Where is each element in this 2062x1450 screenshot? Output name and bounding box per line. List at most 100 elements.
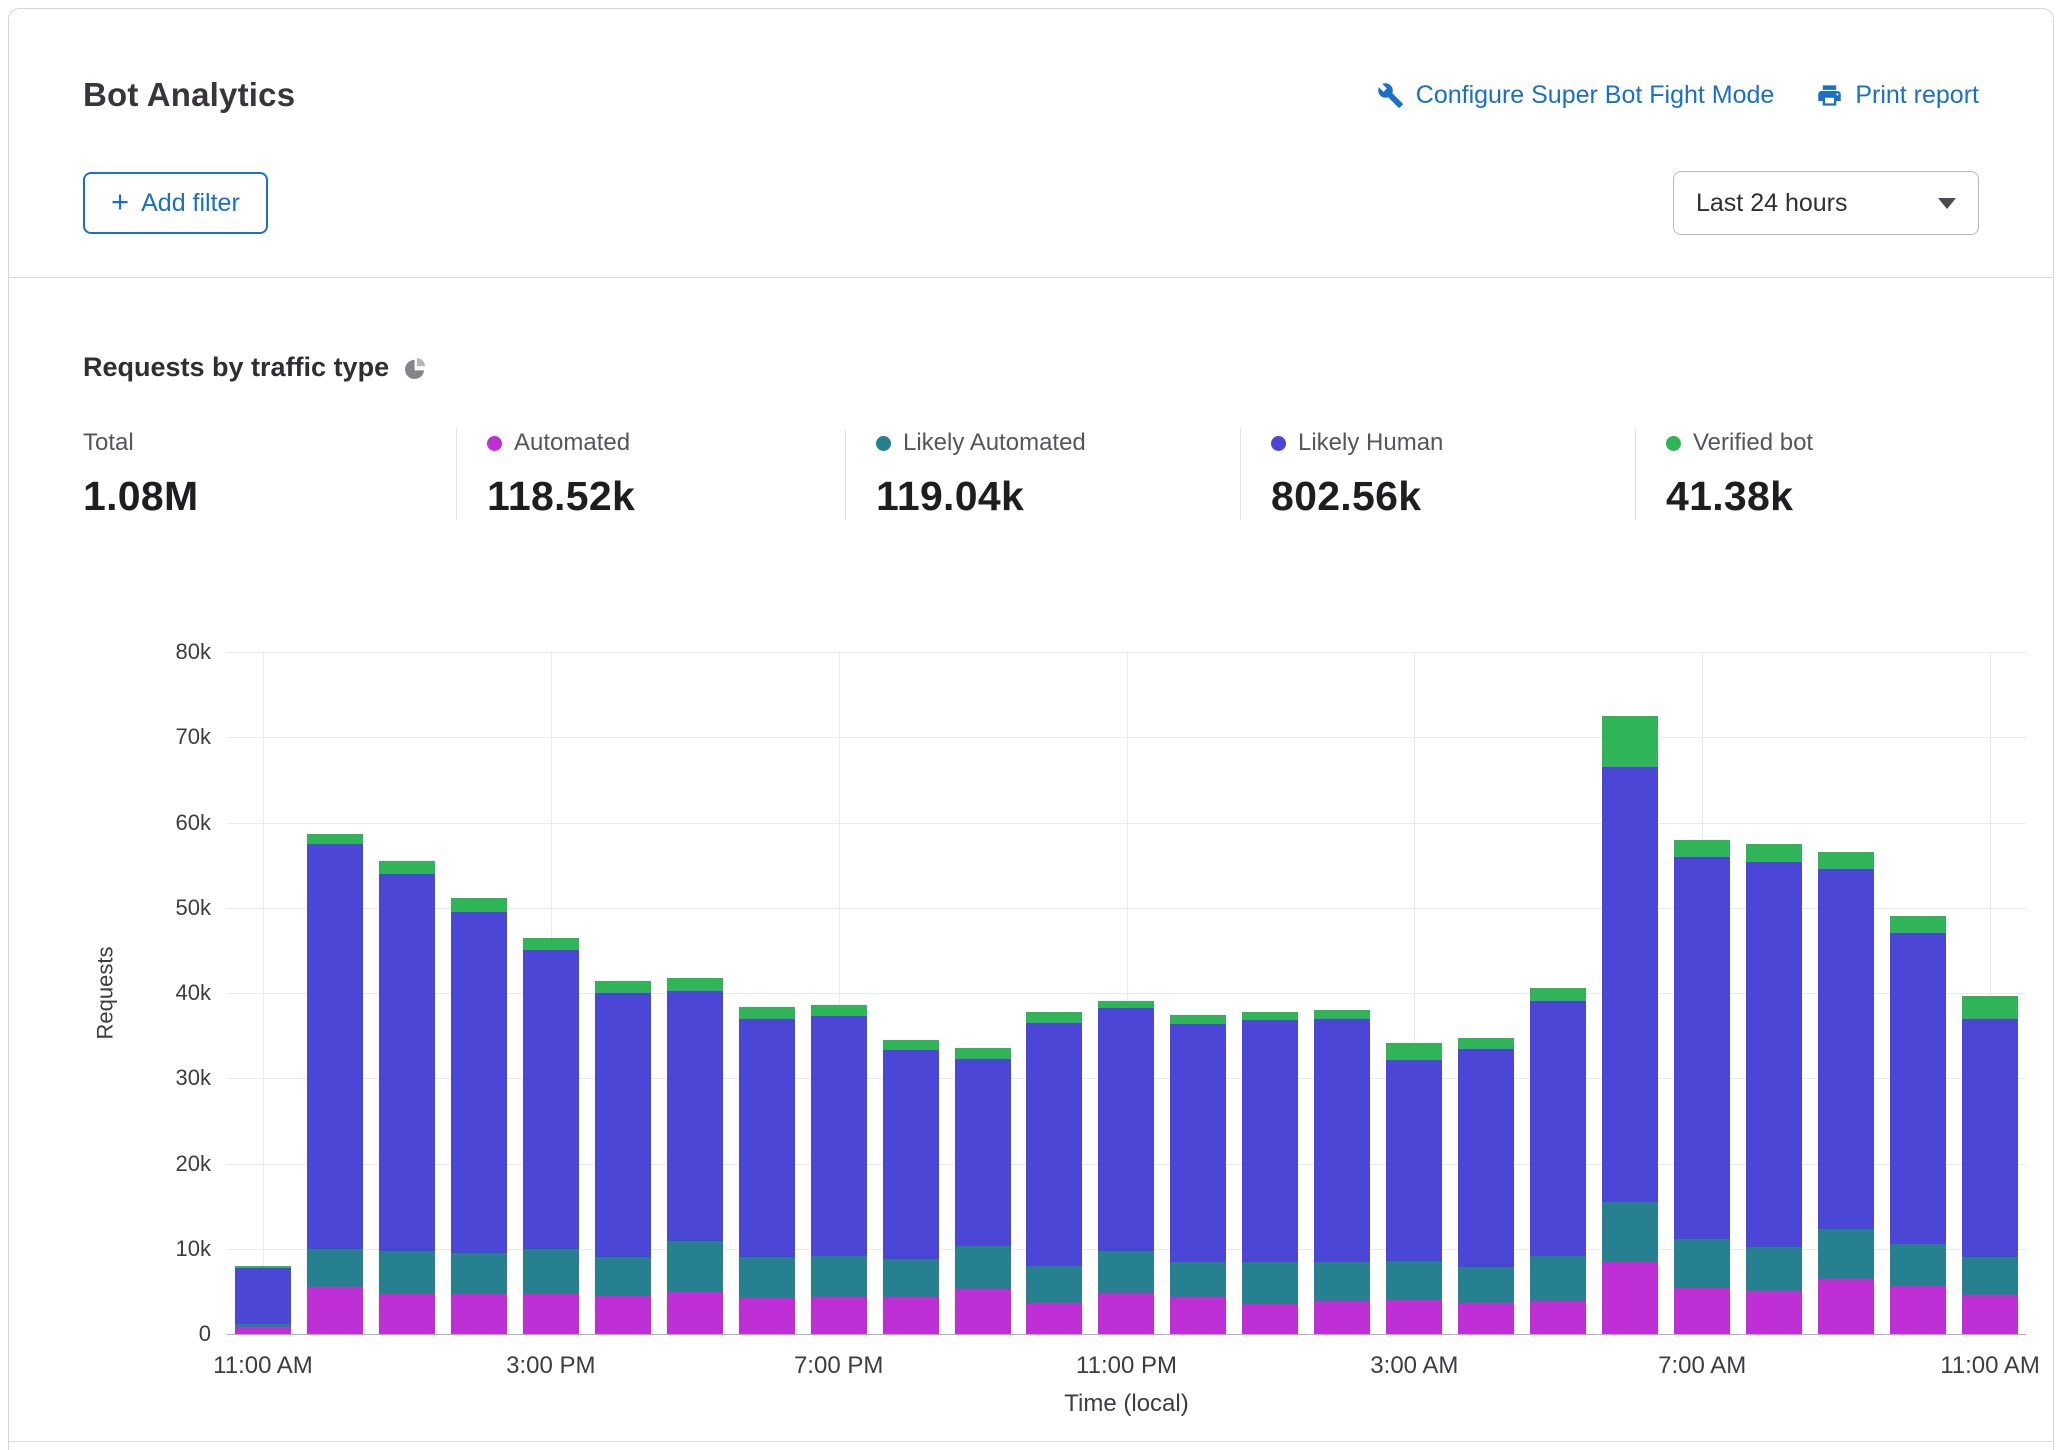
- bar-segment-likely-human: [1242, 1020, 1298, 1261]
- stat-verified-bot-value: 41.38k: [1666, 473, 1979, 520]
- bar-segment-likely-automated: [1674, 1239, 1730, 1288]
- bar-segment-automated: [235, 1327, 291, 1334]
- header-divider: [9, 277, 2053, 278]
- stat-total-value: 1.08M: [83, 473, 456, 520]
- time-range-select[interactable]: Last 24 hours: [1673, 171, 1979, 235]
- x-axis-line: [227, 1334, 2026, 1335]
- stat-likely-automated-label: Likely Automated: [903, 429, 1086, 457]
- stacked-bar: [1962, 996, 2018, 1334]
- bar-segment-likely-automated: [1386, 1261, 1442, 1300]
- bar-segment-verified-bot: [1458, 1038, 1514, 1049]
- bar-segment-likely-automated: [1242, 1262, 1298, 1305]
- bar-segment-likely-human: [1818, 869, 1874, 1230]
- stacked-bar: [883, 1040, 939, 1334]
- stacked-bar: [1170, 1015, 1226, 1334]
- bar-segment-verified-bot: [1962, 996, 2018, 1018]
- x-axis-title: Time (local): [227, 1390, 2026, 1418]
- bar-segment-verified-bot: [667, 978, 723, 992]
- x-tick-label: 7:00 PM: [794, 1352, 883, 1380]
- card-body: Requests by traffic type Total 1.08M Aut…: [9, 352, 2053, 1334]
- bar-segment-automated: [955, 1289, 1011, 1334]
- bar-slot: [947, 652, 1019, 1334]
- stacked-bar: [667, 978, 723, 1334]
- bar-segment-likely-human: [1746, 862, 1802, 1247]
- stacked-bar: [1098, 1001, 1154, 1334]
- automated-legend-dot: [487, 436, 502, 451]
- stat-likely-human-value: 802.56k: [1271, 473, 1635, 520]
- stacked-bar: [1386, 1043, 1442, 1334]
- y-tick-label: 20k: [176, 1151, 211, 1177]
- bar-segment-automated: [1098, 1293, 1154, 1334]
- bar-segment-likely-human: [1602, 767, 1658, 1202]
- bar-segment-verified-bot: [523, 938, 579, 951]
- configure-link-label: Configure Super Bot Fight Mode: [1416, 81, 1775, 110]
- bar-segment-likely-human: [1314, 1019, 1370, 1262]
- stacked-bar: [1674, 840, 1730, 1334]
- section-title: Requests by traffic type: [83, 352, 389, 383]
- stat-verified-bot-label: Verified bot: [1693, 429, 1813, 457]
- bar-slot: [299, 652, 371, 1334]
- print-report-link[interactable]: Print report: [1816, 81, 1979, 110]
- stat-likely-human: Likely Human 802.56k: [1240, 429, 1635, 520]
- print-link-label: Print report: [1855, 81, 1979, 110]
- bar-segment-verified-bot: [1530, 988, 1586, 1001]
- stacked-bar: [235, 1266, 291, 1334]
- stacked-bar: [811, 1005, 867, 1334]
- wrench-icon: [1377, 82, 1404, 109]
- bar-segment-automated: [1530, 1301, 1586, 1334]
- bar-segment-automated: [1746, 1291, 1802, 1334]
- bar-segment-likely-human: [1962, 1019, 2018, 1258]
- configure-super-bot-fight-mode-link[interactable]: Configure Super Bot Fight Mode: [1377, 81, 1775, 110]
- y-tick-label: 60k: [176, 810, 211, 836]
- bar-segment-likely-automated: [523, 1249, 579, 1294]
- bar-segment-likely-automated: [307, 1249, 363, 1287]
- bar-slot: [1162, 652, 1234, 1334]
- y-tick-label: 70k: [176, 724, 211, 750]
- bar-segment-likely-human: [739, 1019, 795, 1258]
- bar-segment-likely-automated: [1890, 1244, 1946, 1287]
- add-filter-button[interactable]: + Add filter: [83, 172, 268, 234]
- bar-segment-likely-automated: [739, 1257, 795, 1298]
- bar-segment-likely-human: [667, 991, 723, 1241]
- bar-slot: [371, 652, 443, 1334]
- bar-slot: [1018, 652, 1090, 1334]
- bar-segment-automated: [1674, 1288, 1730, 1334]
- bar-segment-likely-human: [1386, 1060, 1442, 1260]
- stacked-bar: [739, 1007, 795, 1334]
- bar-segment-automated: [1314, 1301, 1370, 1334]
- bar-segment-automated: [1170, 1297, 1226, 1334]
- bar-slot: [1594, 652, 1666, 1334]
- bar-segment-automated: [1962, 1295, 2018, 1334]
- bar-segment-likely-human: [235, 1268, 291, 1323]
- likely-human-legend-dot: [1271, 436, 1286, 451]
- bar-slot: [227, 652, 299, 1334]
- bar-segment-verified-bot: [883, 1040, 939, 1050]
- bar-segment-likely-human: [523, 950, 579, 1248]
- bar-segment-automated: [1818, 1279, 1874, 1334]
- stacked-bar: [1890, 916, 1946, 1334]
- stats-row: Total 1.08M Automated 118.52k Likely Aut…: [83, 429, 1979, 520]
- bar-segment-verified-bot: [595, 981, 651, 993]
- bar-slot: [659, 652, 731, 1334]
- bar-segment-verified-bot: [955, 1048, 1011, 1058]
- stacked-bar: [451, 898, 507, 1334]
- x-tick-label: 11:00 PM: [1076, 1352, 1177, 1380]
- bar-slot: [515, 652, 587, 1334]
- bar-slot: [1090, 652, 1162, 1334]
- bar-segment-verified-bot: [307, 834, 363, 843]
- stacked-bar: [1242, 1012, 1298, 1334]
- stacked-bar: [1026, 1012, 1082, 1334]
- bar-segment-verified-bot: [1170, 1015, 1226, 1024]
- bar-slot: [875, 652, 947, 1334]
- y-axis-title: Requests: [85, 652, 125, 1334]
- likely-automated-legend-dot: [876, 436, 891, 451]
- x-tick-label: 3:00 PM: [506, 1352, 595, 1380]
- stat-automated-value: 118.52k: [487, 473, 845, 520]
- bar-segment-automated: [307, 1287, 363, 1334]
- bot-analytics-card: Bot Analytics Configure Super Bot Fight …: [8, 8, 2054, 1450]
- bar-segment-likely-human: [1890, 933, 1946, 1243]
- bar-segment-automated: [595, 1296, 651, 1334]
- bar-slot: [1234, 652, 1306, 1334]
- stat-likely-automated-value: 119.04k: [876, 473, 1240, 520]
- section-bottom-divider: [9, 1441, 2053, 1442]
